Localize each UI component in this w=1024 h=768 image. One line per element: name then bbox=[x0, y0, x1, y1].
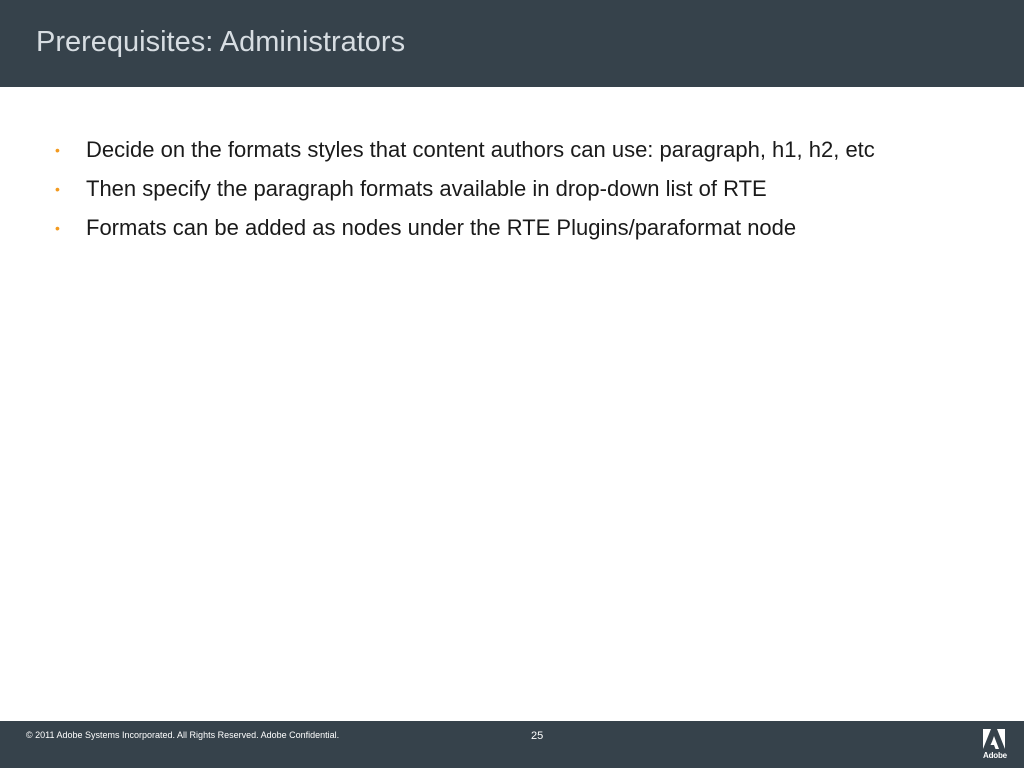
adobe-logo-icon: Adobe bbox=[983, 729, 1007, 763]
list-item: • Formats can be added as nodes under th… bbox=[52, 210, 875, 249]
bullet-text: Formats can be added as nodes under the … bbox=[86, 215, 797, 240]
adobe-wordmark: Adobe bbox=[983, 751, 1007, 760]
header-bar: Prerequisites: Administrators bbox=[0, 0, 1024, 87]
bullet-text: Decide on the formats styles that conten… bbox=[86, 137, 875, 162]
slide-title: Prerequisites: Administrators bbox=[36, 26, 406, 58]
footer-bar: © 2011 Adobe Systems Incorporated. All R… bbox=[0, 721, 1024, 768]
copyright-text: © 2011 Adobe Systems Incorporated. All R… bbox=[26, 730, 340, 740]
adobe-a-mark-icon bbox=[983, 729, 1005, 749]
bullet-icon: • bbox=[55, 142, 60, 158]
slide: Prerequisites: Administrators • Decide o… bbox=[0, 0, 1024, 768]
bullet-icon: • bbox=[55, 220, 60, 236]
bullet-text: Then specify the paragraph formats avail… bbox=[86, 176, 767, 201]
list-item: • Then specify the paragraph formats ava… bbox=[52, 171, 875, 210]
bullet-list: • Decide on the formats styles that cont… bbox=[52, 132, 875, 249]
bullet-icon: • bbox=[55, 181, 60, 197]
page-number: 25 bbox=[531, 730, 544, 742]
list-item: • Decide on the formats styles that cont… bbox=[52, 132, 875, 171]
